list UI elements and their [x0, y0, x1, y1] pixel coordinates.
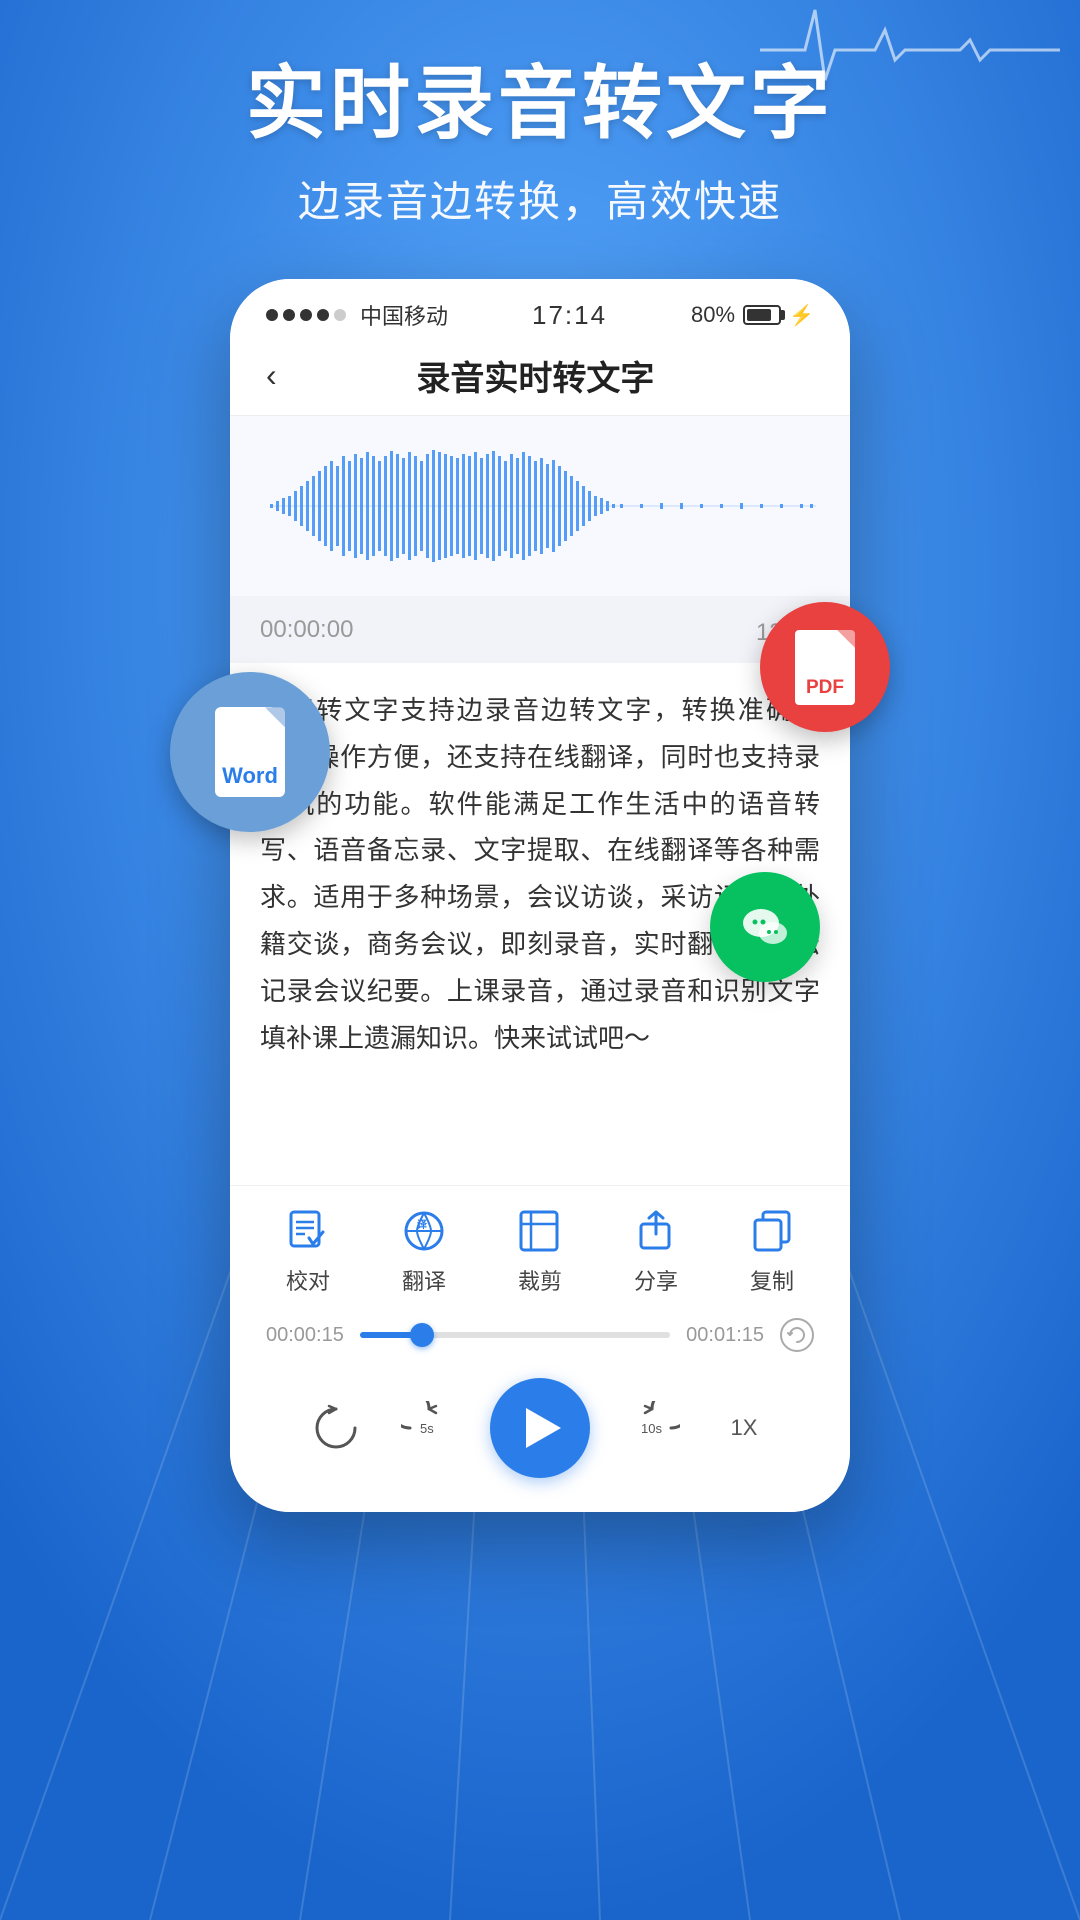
- progress-bar-row: 00:00:15 00:01:15: [250, 1306, 830, 1364]
- pdf-doc-icon: PDF: [795, 630, 855, 705]
- word-label: Word: [222, 763, 278, 789]
- rewind-button[interactable]: [306, 1398, 366, 1458]
- translate-label: 翻译: [402, 1264, 446, 1296]
- skip-forward-icon: 10s: [625, 1401, 680, 1456]
- play-icon: [526, 1408, 561, 1448]
- toolbar-copy[interactable]: 复制: [747, 1206, 797, 1296]
- transcript-text: 录音转文字支持边录音边转文字，转换准确迅捷，操作方便，还支持在线翻译，同时也支持…: [260, 687, 820, 1061]
- edit-check-icon: [283, 1206, 333, 1256]
- svg-text:10s: 10s: [641, 1421, 662, 1436]
- loop-icon[interactable]: [780, 1318, 814, 1352]
- skip-back-button[interactable]: 5s: [398, 1398, 458, 1458]
- copy-icon: [747, 1206, 797, 1256]
- playback-controls: 5s 10s 1X: [250, 1364, 830, 1502]
- toolbar-trim[interactable]: 裁剪: [515, 1206, 565, 1296]
- page-title: 录音实时转文字: [297, 351, 774, 400]
- waveform-svg: [250, 446, 830, 566]
- scissors-icon: [515, 1206, 565, 1256]
- speed-label: 1X: [731, 1415, 758, 1441]
- subtitle: 边录音边转换，高效快速: [0, 168, 1080, 229]
- skip-forward-button[interactable]: 10s: [622, 1398, 682, 1458]
- battery-icon: [743, 305, 781, 325]
- rewind-icon: [309, 1401, 364, 1456]
- progress-time-right: 00:01:15: [686, 1324, 764, 1347]
- toolbar-share[interactable]: 分享: [631, 1206, 681, 1296]
- svg-text:译: 译: [417, 1218, 428, 1231]
- battery-percent: 80%: [691, 302, 735, 328]
- skip-back-icon: 5s: [401, 1401, 456, 1456]
- share-label: 分享: [634, 1264, 678, 1296]
- pdf-label: PDF: [806, 677, 844, 699]
- progress-track[interactable]: [360, 1332, 670, 1338]
- toolbar-translate[interactable]: 译 翻译: [399, 1206, 449, 1296]
- lightning-icon: ⚡: [789, 303, 814, 328]
- share-icon: [631, 1206, 681, 1256]
- pdf-badge[interactable]: PDF: [760, 602, 890, 732]
- speed-button[interactable]: 1X: [714, 1398, 774, 1458]
- toolbar-proofread[interactable]: 校对: [283, 1206, 333, 1296]
- wechat-badge[interactable]: [710, 872, 820, 982]
- translate-icon: 译: [399, 1206, 449, 1256]
- play-button[interactable]: [490, 1378, 590, 1478]
- progress-thumb[interactable]: [410, 1323, 434, 1347]
- copy-label: 复制: [750, 1264, 794, 1296]
- word-badge[interactable]: Word: [170, 672, 330, 832]
- signal-dots: [266, 309, 346, 321]
- time-display: 17:14: [532, 300, 607, 331]
- time-bar: 00:00:00 138字: [230, 596, 850, 663]
- back-button[interactable]: ‹: [266, 357, 277, 394]
- nav-bar: ‹ 录音实时转文字: [230, 341, 850, 415]
- word-doc-icon: Word: [215, 707, 285, 797]
- svg-text:5s: 5s: [420, 1421, 434, 1436]
- wechat-icon: [733, 895, 798, 960]
- progress-time-left: 00:00:15: [266, 1324, 344, 1347]
- blank-area: [230, 1085, 850, 1185]
- waveform-area: [230, 416, 850, 596]
- time-label: 00:00:00: [260, 616, 353, 644]
- trim-label: 裁剪: [518, 1264, 562, 1296]
- bottom-toolbar: 校对 译 翻译: [230, 1185, 850, 1512]
- proofread-label: 校对: [286, 1264, 330, 1296]
- carrier-label: 中国移动: [360, 299, 448, 331]
- status-bar: 中国移动 17:14 80% ⚡: [230, 279, 850, 341]
